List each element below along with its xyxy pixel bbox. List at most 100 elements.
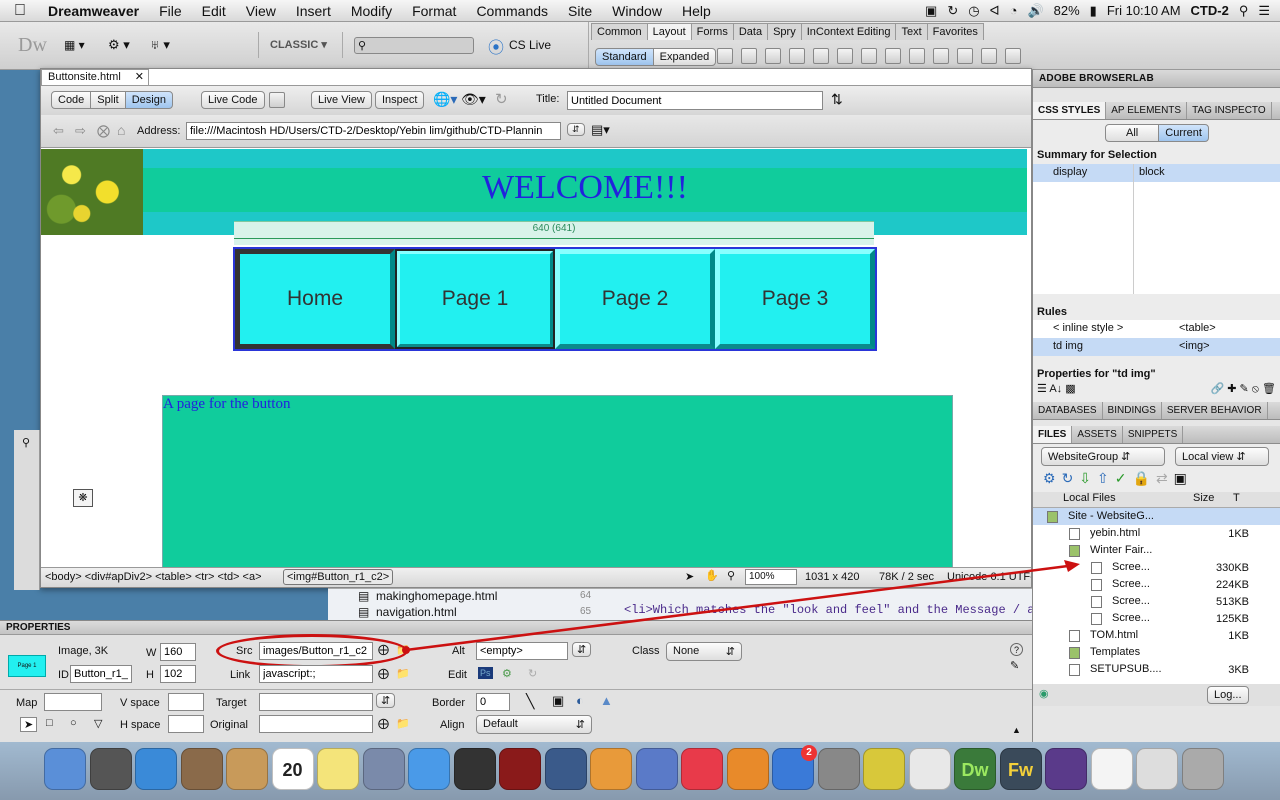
preview-browser-icon[interactable]: 🌐▾ [433, 91, 457, 108]
sharpen-icon[interactable]: ▲ [600, 693, 613, 708]
cs-live-icon[interactable]: ⦿ [488, 34, 504, 58]
set-properties-icon[interactable]: ▩ [1065, 383, 1075, 395]
battery-percent[interactable]: 82% [1054, 3, 1080, 18]
ibooks-dock-icon[interactable] [726, 748, 769, 790]
document-title-field[interactable] [567, 91, 823, 110]
bluetooth-icon[interactable]: ᐊ [990, 3, 1000, 19]
menu-site[interactable]: Site [558, 3, 602, 19]
layout-menu-icon[interactable]: ▦ ▾ [64, 38, 85, 52]
workspace-switcher[interactable]: CLASSIC ▾ [270, 38, 327, 51]
time-machine-icon[interactable]: ◷ [968, 3, 979, 19]
rule-row-selected[interactable]: td img <img> [1033, 338, 1280, 356]
file-tree-row[interactable]: Site - WebsiteG... [1033, 508, 1280, 525]
live-view-button[interactable]: Live View [311, 91, 372, 109]
finder-dock-icon[interactable] [44, 748, 86, 790]
inspect-button[interactable]: Inspect [375, 91, 425, 109]
back-icon[interactable]: ⇦ [53, 123, 64, 139]
tab-assets[interactable]: ASSETS [1072, 426, 1123, 443]
iphoto-dock-icon[interactable] [544, 748, 587, 790]
system-prefs-dock-icon[interactable] [817, 748, 860, 790]
file-tree-row[interactable]: yebin.html 1KB [1033, 525, 1280, 542]
split-view-button[interactable]: Split [90, 91, 126, 109]
hspace-field[interactable] [168, 715, 204, 733]
calendar-dock-icon[interactable]: 20 [271, 748, 314, 790]
wunderlist-dock-icon[interactable] [863, 748, 905, 790]
height-field[interactable] [160, 665, 196, 683]
apple-menu-icon[interactable]:  [0, 2, 38, 20]
file-management-icon[interactable]: ⇅ [831, 91, 843, 108]
map-field[interactable] [44, 693, 102, 711]
trash-dock-icon[interactable] [1181, 748, 1224, 790]
fireworks-dock-icon[interactable]: Fw [999, 748, 1042, 790]
tab-spry[interactable]: Spry [767, 23, 802, 40]
file-tree-row[interactable]: Winter Fair... [1033, 542, 1280, 559]
selected-tag[interactable]: <img#Button_r1_c2> [283, 569, 394, 585]
tab-data[interactable]: Data [732, 23, 769, 40]
css-current-button[interactable]: Current [1158, 124, 1209, 142]
html-doc-dock-icon[interactable] [1090, 748, 1133, 790]
address-dropdown[interactable]: ⇵ [567, 123, 585, 136]
site-select[interactable]: WebsiteGroup ⇵ [1041, 447, 1165, 466]
browse-folder-icon[interactable]: 📁 [396, 717, 410, 730]
battery-icon[interactable]: ▮ [1090, 3, 1097, 19]
pointer-hotspot-icon[interactable]: ➤ [20, 717, 38, 732]
tab-bindings[interactable]: BINDINGS [1103, 402, 1162, 419]
quick-tag-editor-icon[interactable]: ✎ [1010, 659, 1019, 672]
page3-button-image[interactable]: Page 3 [715, 249, 875, 349]
frames-icon[interactable] [1005, 48, 1021, 64]
crop-icon[interactable]: ╲ [526, 693, 534, 710]
home-button-image[interactable]: Home [235, 249, 395, 349]
tab-common[interactable]: Common [591, 23, 648, 40]
menu-help[interactable]: Help [672, 3, 721, 19]
code-view-button[interactable]: Code [51, 91, 92, 109]
table-icon[interactable] [861, 48, 877, 64]
standard-mode-button[interactable]: Standard [595, 48, 654, 66]
extensions-icon[interactable]: ⚙ ▾ [108, 37, 130, 53]
menu-window[interactable]: Window [602, 3, 672, 19]
file-tree-row[interactable]: SETUPSUB.... 3KB [1033, 661, 1280, 678]
target-field[interactable] [259, 693, 373, 711]
insert-div-icon[interactable] [717, 48, 733, 64]
menu-insert[interactable]: Insert [286, 3, 341, 19]
css-actions-icons[interactable]: 🔗 ✚ ✎ ⦸ 🗑 [1211, 382, 1277, 396]
stickies-dock-icon[interactable] [317, 748, 359, 790]
tab-tag-inspector[interactable]: TAG INSPECTO [1187, 102, 1272, 119]
vspace-field[interactable] [168, 693, 204, 711]
resample-icon[interactable]: ▣ [552, 693, 564, 709]
recent-docs-dock-icon[interactable] [1136, 748, 1178, 790]
link-field[interactable] [259, 665, 373, 683]
chrome-dock-icon[interactable] [908, 748, 951, 790]
facetime-dock-icon[interactable] [453, 748, 496, 790]
insert-ap-div-icon[interactable] [741, 48, 757, 64]
home-icon[interactable]: ⌂ [117, 122, 125, 138]
check-in-icon[interactable]: 🔒 [1133, 470, 1156, 486]
tab-forms[interactable]: Forms [690, 23, 734, 40]
design-view-button[interactable]: Design [124, 91, 173, 109]
table-width-label[interactable]: 640 (641) [234, 223, 874, 234]
browse-folder-icon[interactable]: 📁 [396, 667, 410, 680]
live-code-button[interactable]: Live Code [201, 91, 265, 109]
id-field[interactable] [70, 665, 132, 683]
edit-image-settings-icon[interactable]: ⚙ [502, 667, 512, 680]
wifi-icon[interactable]: ◔ [1010, 3, 1018, 18]
launchpad-dock-icon[interactable] [89, 748, 132, 790]
messages-dock-icon[interactable] [408, 748, 450, 790]
tab-databases[interactable]: DATABASES [1033, 402, 1103, 419]
photoshop-icon[interactable]: Ps [478, 667, 493, 679]
page1-button-image[interactable]: Page 1 [395, 249, 555, 349]
insert-column-left-icon[interactable] [933, 48, 949, 64]
column-size[interactable]: Size [1193, 492, 1233, 507]
display-icon[interactable]: ▣ [925, 3, 937, 19]
mail-bird-dock-icon[interactable] [180, 748, 223, 790]
rule-row[interactable]: < inline style > <table> [1033, 320, 1280, 338]
menu-view[interactable]: View [236, 3, 286, 19]
expanded-mode-button[interactable]: Expanded [652, 48, 717, 66]
point-to-file-icon[interactable]: ⨁ [378, 667, 389, 680]
stop-icon[interactable]: ⨂ [97, 123, 110, 139]
pages-dock-icon[interactable] [590, 748, 632, 790]
point-to-file-icon[interactable]: ⨁ [378, 717, 389, 730]
document-tab[interactable]: Buttonsite.html ✕ [41, 69, 149, 85]
log-button[interactable]: Log... [1207, 686, 1249, 704]
keynote-dock-icon[interactable] [635, 748, 678, 790]
column-type[interactable]: T [1233, 492, 1240, 507]
